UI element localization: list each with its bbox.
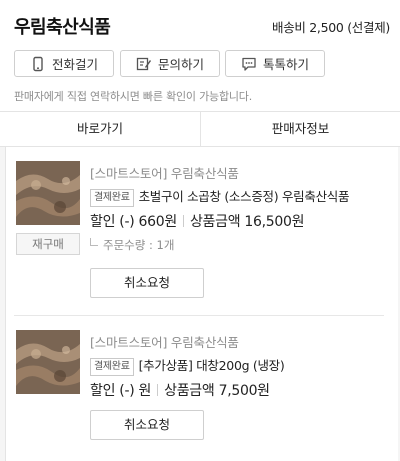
shortcut-tabs: 바로가기 판매자정보: [0, 111, 400, 147]
tab-shortcut[interactable]: 바로가기: [0, 112, 200, 146]
order-item: 재구매 [스마트스토어] 우림축산식품 결제완료 초벌구이 소곱창 (소스증정) …: [14, 161, 384, 301]
price-separator: [182, 215, 184, 227]
quantity-text: 주문수량 : 1개: [103, 238, 175, 252]
talk-button-label: 톡톡하기: [262, 57, 309, 72]
talk-button[interactable]: 톡톡하기: [225, 50, 325, 77]
discount-text: 할인 (-) 660원: [90, 214, 177, 230]
product-name: [추가상품] 대창200g (냉장): [138, 358, 285, 373]
product-name-line[interactable]: 결제완료 [추가상품] 대창200g (냉장): [90, 355, 285, 376]
product-thumbnail[interactable]: [16, 161, 80, 225]
inquiry-button-label: 문의하기: [157, 57, 204, 72]
product-thumbnail[interactable]: [16, 330, 80, 394]
seller-title[interactable]: 우림축산식품: [14, 13, 111, 39]
phone-icon: [30, 56, 46, 72]
product-name: 초벌구이 소곱창 (소스증정) 우림축산식품: [138, 189, 350, 204]
tab-seller-info[interactable]: 판매자정보: [201, 112, 400, 146]
discount-text: 할인 (-) 원: [90, 383, 152, 399]
cancel-request-button[interactable]: 취소요청: [90, 410, 204, 440]
price-line: 할인 (-) 원 상품금액 7,500원: [90, 380, 270, 400]
reorder-button[interactable]: 재구매: [16, 233, 80, 255]
branch-icon: [90, 238, 98, 246]
product-name-line[interactable]: 결제완료 초벌구이 소곱창 (소스증정) 우림축산식품: [90, 186, 349, 207]
chat-icon: [241, 56, 257, 72]
store-name[interactable]: [스마트스토어] 우림축산식품: [90, 163, 239, 182]
product-amount: 상품금액 7,500원: [164, 383, 270, 399]
store-name[interactable]: [스마트스토어] 우림축산식품: [90, 332, 239, 351]
call-button-label: 전화걸기: [51, 57, 98, 72]
left-edge: [0, 147, 6, 461]
edit-icon: [136, 56, 152, 72]
quantity-line: 주문수량 : 1개: [90, 237, 174, 253]
price-separator: [157, 384, 159, 396]
order-item: [스마트스토어] 우림축산식품 결제완료 [추가상품] 대창200g (냉장) 할…: [14, 330, 384, 460]
payment-status-badge: 결제완료: [90, 358, 134, 376]
contact-notice: 판매자에게 직접 연락하시면 빠른 확인이 가능합니다.: [14, 90, 253, 103]
price-line: 할인 (-) 660원 상품금액 16,500원: [90, 211, 305, 231]
shipping-fee: 배송비 2,500 (선결제): [272, 20, 390, 35]
order-header: 우림축산식품 배송비 2,500 (선결제): [0, 0, 400, 48]
inquiry-button[interactable]: 문의하기: [120, 50, 220, 77]
item-divider: [14, 315, 384, 316]
call-button[interactable]: 전화걸기: [14, 50, 114, 77]
product-amount: 상품금액 16,500원: [189, 214, 305, 230]
cancel-request-button[interactable]: 취소요청: [90, 268, 204, 298]
payment-status-badge: 결제완료: [90, 189, 134, 207]
